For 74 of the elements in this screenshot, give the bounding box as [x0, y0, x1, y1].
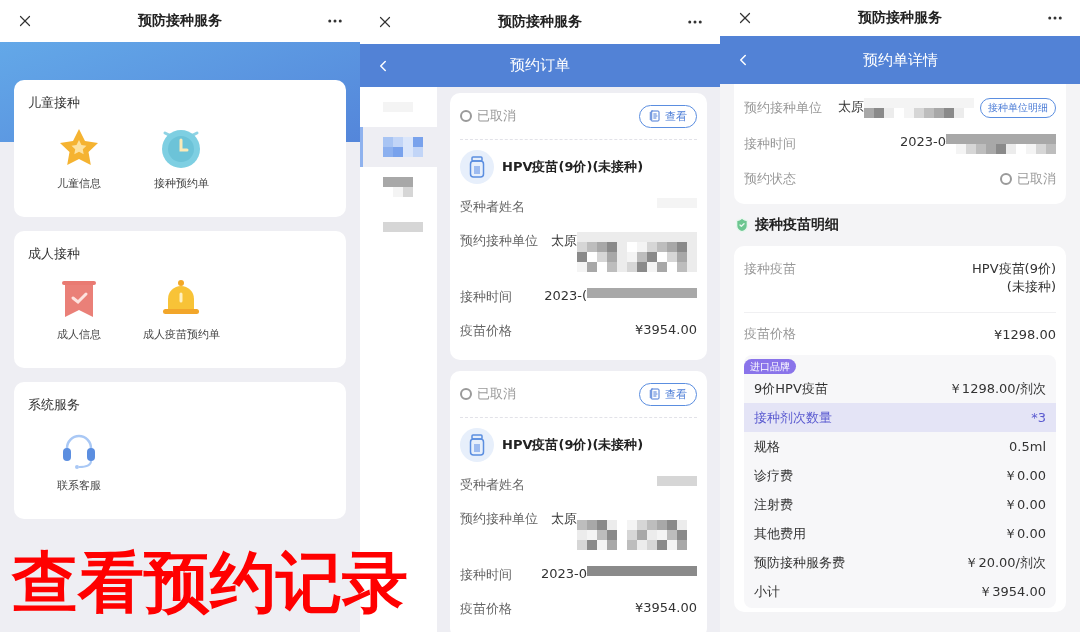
document-icon: [649, 110, 661, 122]
view-button[interactable]: 查看: [639, 104, 697, 128]
service-link[interactable]: 成人疫苗预约单: [142, 327, 220, 342]
field-value: 2023-(: [544, 288, 587, 303]
pixelated-text-drawing: [383, 137, 423, 157]
field-value: 太原: [551, 510, 577, 528]
fee-value: *3: [1031, 410, 1046, 425]
fee-value: ￥20.00/剂次: [965, 553, 1046, 572]
fee-value: ￥3954.00: [979, 582, 1046, 601]
fee-label: 规格: [754, 437, 780, 456]
field-value: ¥3954.00: [634, 322, 697, 337]
order-status: 已取消: [460, 107, 516, 125]
page-title: 预约单详情: [862, 50, 938, 70]
app-title: 预防接种服务: [138, 12, 222, 30]
field-value: 2023-0: [899, 134, 946, 149]
vial-icon: [460, 428, 494, 462]
caption-overlay: 查看预约记录: [12, 543, 408, 623]
fee-value: ￥0.00: [1004, 524, 1046, 543]
app-title: 预防接种服务: [498, 13, 582, 31]
field-label: 疫苗价格: [744, 325, 796, 343]
field-value: 2023-0: [540, 566, 587, 581]
vaccine-name: HPV疫苗(9价)(未接种): [502, 436, 644, 454]
field-label: 预约接种单位: [460, 510, 538, 528]
field-label: 受种者姓名: [460, 198, 525, 216]
fee-label: 注射费: [754, 495, 793, 514]
brand-tag: 进口品牌: [744, 359, 796, 374]
field-value: 太原: [551, 232, 577, 250]
pixelated-text-drawing: [383, 177, 413, 197]
order-status: 已取消: [460, 385, 516, 403]
field-label: 预约接种单位: [460, 232, 538, 250]
field-value: (未接种): [1006, 278, 1056, 296]
fee-value: ￥0.00: [1004, 495, 1046, 514]
field-value: HPV疫苗(9价): [972, 260, 1056, 278]
shield-check-icon: [734, 217, 750, 233]
field-value: ¥3954.00: [634, 600, 697, 615]
field-label: 接种时间: [460, 566, 512, 584]
fee-label: 小计: [754, 582, 780, 601]
field-value: 太原: [838, 98, 864, 116]
field-label: 预约接种单位: [744, 99, 822, 117]
fee-value: ￥1298.00/剂次: [948, 379, 1046, 398]
field-label: 接种时间: [460, 288, 512, 306]
section-title: 系统服务: [28, 396, 81, 414]
fee-label: 预防接种服务费: [754, 553, 845, 572]
vaccine-name: HPV疫苗(9价)(未接种): [502, 158, 644, 176]
pixelated-text-drawing: [383, 222, 423, 232]
star-icon: [58, 128, 100, 168]
field-label: 疫苗价格: [460, 322, 512, 340]
service-link[interactable]: 联系客服: [57, 478, 101, 493]
vial-icon: [460, 150, 494, 184]
alarm-clock-icon: [160, 128, 202, 168]
section-title: 儿童接种: [28, 94, 81, 112]
unit-detail-button[interactable]: 接种单位明细: [980, 98, 1056, 118]
field-label: 接种时间: [744, 135, 796, 153]
field-label: 接种疫苗: [744, 260, 796, 278]
fee-label: 诊疗费: [754, 466, 793, 485]
field-label: 预约状态: [744, 170, 796, 188]
fee-label: 其他费用: [754, 524, 806, 543]
section-title: 成人接种: [28, 245, 81, 263]
page-title: 预约订单: [510, 56, 570, 75]
service-link[interactable]: 儿童信息: [57, 176, 101, 191]
fee-label: 9价HPV疫苗: [754, 379, 828, 398]
fee-value: ￥0.00: [1004, 466, 1046, 485]
section-title: 接种疫苗明细: [755, 216, 839, 234]
view-button[interactable]: 查看: [639, 382, 697, 406]
service-link[interactable]: 接种预约单: [153, 176, 209, 191]
service-link[interactable]: 成人信息: [57, 327, 101, 342]
field-value: ¥1298.00: [993, 326, 1056, 342]
field-label: 受种者姓名: [460, 476, 525, 494]
field-label: 疫苗价格: [460, 600, 512, 618]
app-title: 预防接种服务: [858, 9, 942, 27]
fee-label: 接种剂次数量: [754, 408, 832, 427]
fee-value: 0.5ml: [1009, 439, 1046, 454]
order-status: 已取消: [1000, 170, 1056, 188]
document-icon: [649, 388, 661, 400]
